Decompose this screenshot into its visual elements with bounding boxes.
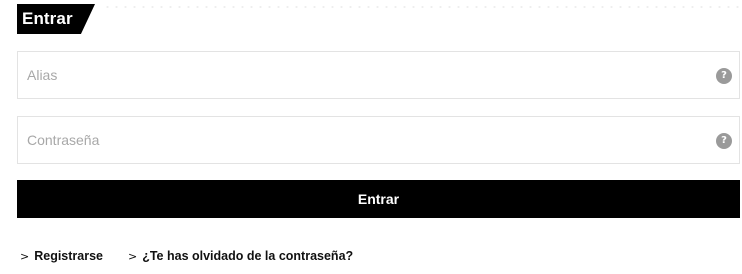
alias-field[interactable]: ? [17,51,740,99]
forgot-password-link[interactable]: > ¿Te has olvidado de la contraseña? [128,248,353,265]
help-circle-icon[interactable]: ? [716,68,732,84]
register-link[interactable]: > Registrarse [20,248,103,265]
help-circle-icon[interactable]: ? [716,133,732,149]
login-panel: Entrar ? ? Entrar > Registrarse > ¿Te has … [0,0,742,274]
password-field[interactable]: ? [17,116,740,164]
chevron-right-icon: > [20,250,30,263]
section-header: Entrar [17,4,742,34]
login-button[interactable]: Entrar [17,180,740,218]
header-divider [103,4,742,10]
password-input[interactable] [18,117,739,163]
register-label: Registrarse [34,249,104,263]
forgot-password-label: ¿Te has olvidado de la contraseña? [142,249,354,263]
page-title: Entrar [22,9,73,28]
chevron-right-icon: > [128,250,138,263]
alias-input[interactable] [18,52,739,98]
